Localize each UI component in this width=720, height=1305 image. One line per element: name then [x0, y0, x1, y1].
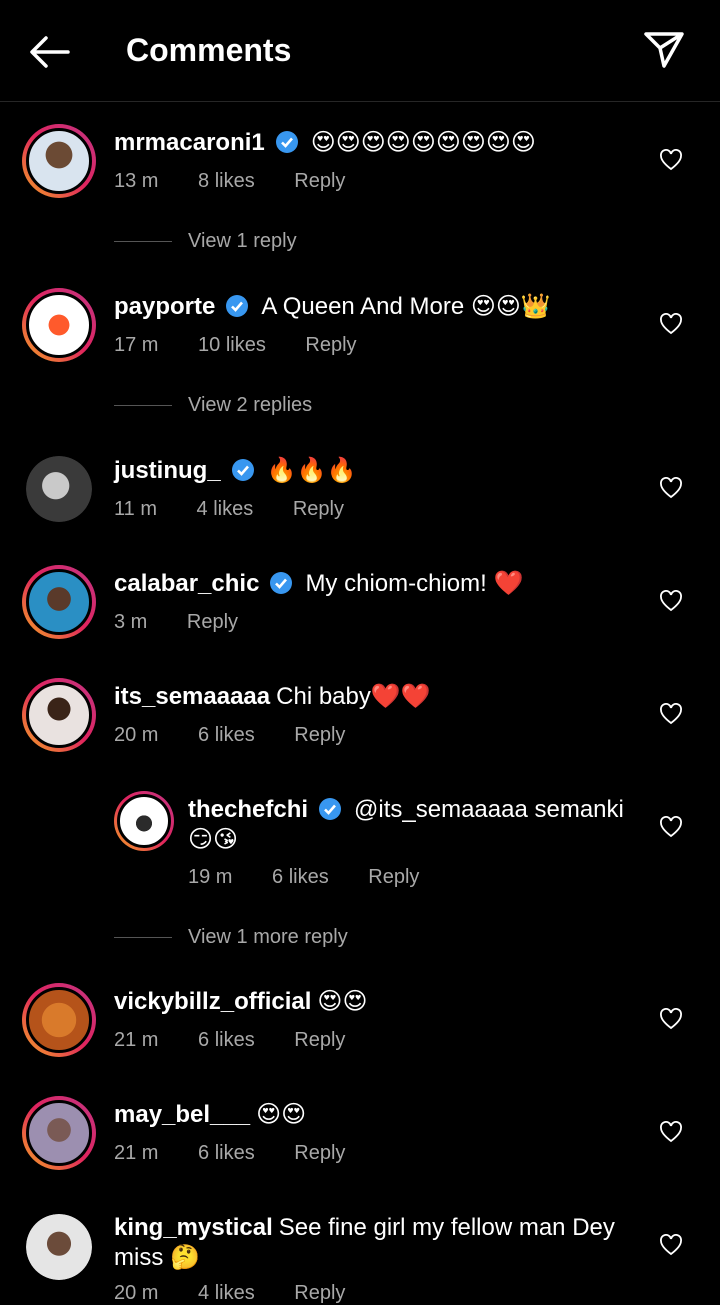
comment-text: Chi baby❤️❤️	[276, 683, 431, 710]
top-bar: Comments	[0, 0, 720, 102]
comment-meta: 20 m 6 likes Reply	[114, 724, 379, 747]
comment-meta: 19 m 6 likes Reply	[188, 866, 453, 889]
like-count[interactable]: 6 likes	[198, 1142, 255, 1164]
reply-divider	[114, 241, 172, 243]
comment-meta: 20 m 4 likes Reply	[114, 1282, 379, 1305]
comment-text: 😍😍	[317, 988, 368, 1015]
timestamp: 11 m	[114, 498, 157, 520]
heart-icon[interactable]	[659, 1008, 683, 1030]
reply-button[interactable]: Reply	[305, 334, 356, 356]
reply-button[interactable]: Reply	[294, 170, 345, 192]
reply-button[interactable]: Reply	[294, 724, 345, 746]
username[interactable]: king_mystical	[114, 1214, 273, 1241]
view-replies-label: View 1 reply	[188, 230, 297, 252]
reply-divider	[114, 405, 172, 407]
avatar[interactable]	[22, 1096, 96, 1170]
comment-text: A Queen And More 😍😍👑	[261, 293, 551, 320]
verified-badge-icon	[270, 572, 293, 594]
heart-icon[interactable]	[659, 313, 683, 335]
timestamp: 19 m	[188, 866, 233, 888]
comment-text: 🔥🔥🔥	[266, 457, 357, 484]
username[interactable]: vickybillz_official	[114, 988, 311, 1015]
heart-icon[interactable]	[659, 477, 683, 499]
comment-text: 😍😍	[256, 1101, 307, 1128]
view-replies-button[interactable]: View 2 replies	[114, 394, 312, 417]
comment-meta: 13 m 8 likes Reply	[114, 170, 379, 193]
username[interactable]: may_bel___	[114, 1101, 250, 1128]
comment-meta: 21 m 6 likes Reply	[114, 1142, 379, 1165]
avatar[interactable]	[22, 124, 96, 198]
heart-icon[interactable]	[659, 149, 683, 171]
avatar[interactable]	[22, 983, 96, 1057]
username[interactable]: payporte	[114, 293, 215, 320]
like-count[interactable]: 4 likes	[198, 1282, 255, 1304]
username[interactable]: mrmacaroni1	[114, 129, 265, 156]
comment-meta: 11 m 4 likes Reply	[114, 498, 378, 521]
timestamp: 20 m	[114, 724, 159, 746]
verified-badge-icon	[275, 131, 298, 153]
back-arrow-icon[interactable]	[28, 34, 72, 70]
view-replies-button[interactable]: View 1 reply	[114, 230, 297, 253]
avatar[interactable]	[22, 288, 96, 362]
heart-icon[interactable]	[659, 816, 683, 838]
username[interactable]: calabar_chic	[114, 570, 259, 597]
avatar[interactable]	[26, 1214, 92, 1280]
verified-badge-icon	[319, 798, 342, 820]
heart-icon[interactable]	[659, 590, 683, 612]
comment-text: 😍😍😍😍😍😍😍😍😍	[310, 129, 536, 156]
comment-meta: 17 m 10 likes Reply	[114, 334, 391, 357]
reply-button[interactable]: Reply	[294, 1029, 345, 1051]
verified-badge-icon	[226, 295, 249, 317]
timestamp: 21 m	[114, 1142, 159, 1164]
avatar[interactable]	[22, 678, 96, 752]
username[interactable]: its_semaaaaa	[114, 683, 270, 710]
like-count[interactable]: 8 likes	[198, 170, 255, 192]
reply-divider	[114, 937, 172, 939]
heart-icon[interactable]	[659, 1121, 683, 1143]
reply-button[interactable]: Reply	[187, 611, 238, 633]
comment-meta: 21 m 6 likes Reply	[114, 1029, 379, 1052]
like-count[interactable]: 6 likes	[198, 1029, 255, 1051]
reply-button[interactable]: Reply	[294, 1282, 345, 1304]
send-icon[interactable]	[642, 30, 686, 70]
reply-button[interactable]: Reply	[294, 1142, 345, 1164]
username[interactable]: justinug_	[114, 457, 221, 484]
view-replies-button[interactable]: View 1 more reply	[114, 926, 348, 949]
reply-button[interactable]: Reply	[293, 498, 344, 520]
reply-button[interactable]: Reply	[368, 866, 419, 888]
page-title: Comments	[126, 32, 292, 68]
like-count[interactable]: 6 likes	[198, 724, 255, 746]
username[interactable]: thechefchi	[188, 796, 308, 823]
like-count[interactable]: 6 likes	[272, 866, 329, 888]
avatar[interactable]	[22, 565, 96, 639]
avatar[interactable]	[26, 456, 92, 522]
heart-icon[interactable]	[659, 703, 683, 725]
heart-icon[interactable]	[659, 1234, 683, 1256]
timestamp: 21 m	[114, 1029, 159, 1051]
comment-text: My chiom-chiom! ❤️	[305, 570, 524, 597]
timestamp: 20 m	[114, 1282, 159, 1304]
like-count[interactable]: 4 likes	[197, 498, 254, 520]
verified-badge-icon	[231, 459, 254, 481]
timestamp: 3 m	[114, 611, 148, 633]
view-replies-label: View 1 more reply	[188, 926, 348, 948]
like-count[interactable]: 10 likes	[198, 334, 266, 356]
timestamp: 17 m	[114, 334, 159, 356]
avatar[interactable]	[114, 791, 174, 851]
view-replies-label: View 2 replies	[188, 394, 313, 416]
comment-meta: 3 m Reply	[114, 611, 272, 634]
timestamp: 13 m	[114, 170, 159, 192]
